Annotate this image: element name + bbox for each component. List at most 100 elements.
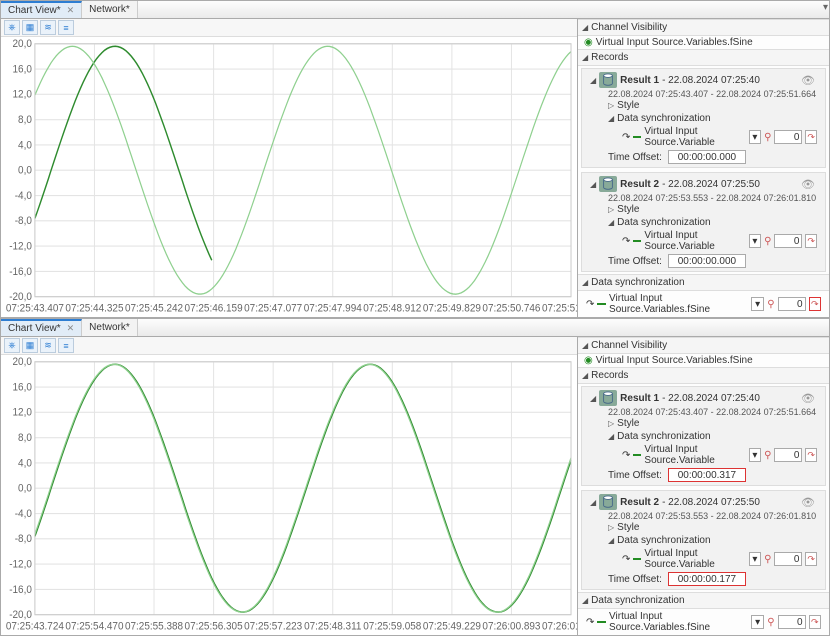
time-offset-row: Time Offset: [584,149,823,165]
datasync-row[interactable]: ◢Data synchronization [584,216,823,229]
datasync-header[interactable]: ◢Data synchronization [578,592,829,609]
expand-icon[interactable]: ▷ [608,205,614,214]
sync-apply-button[interactable]: ↷ [809,615,821,629]
result-header[interactable]: ◢Result 2 - 22.08.2024 07:25:50👁 [584,493,823,511]
collapse-icon[interactable]: ◢ [608,114,614,123]
tab-network[interactable]: Network* [82,319,138,336]
tool-refresh[interactable]: ⎈ [4,338,20,353]
collapse-icon[interactable]: ◢ [590,498,596,507]
collapse-icon[interactable]: ◢ [608,218,614,227]
lock-icon[interactable]: ⚲ [764,450,771,461]
time-offset-input[interactable] [668,572,746,586]
time-offset-input[interactable] [668,150,746,164]
time-offset-input[interactable] [668,254,746,268]
pin-icon[interactable]: ▾ [823,2,828,13]
tab-chartview[interactable]: Chart View*✕ [1,1,82,18]
sync-apply-button[interactable]: ↷ [809,297,821,311]
svg-text:20,0: 20,0 [13,38,32,51]
collapse-icon[interactable]: ◢ [582,596,588,605]
sync-apply-button[interactable]: ↷ [805,130,817,144]
svg-text:07:25:43.724: 07:25:43.724 [6,620,64,633]
dropdown-icon[interactable]: ▾ [751,615,764,629]
style-row[interactable]: ▷Style [584,203,823,216]
collapse-icon[interactable]: ◢ [590,76,596,85]
series-color-icon [633,558,641,560]
sync-apply-button[interactable]: ↷ [805,552,817,566]
chart-toolbar: ⎈ ▦ ≋ ≡ [1,337,577,355]
close-icon[interactable]: ✕ [64,323,75,334]
datasync-label: Data synchronization [617,113,710,124]
collapse-icon[interactable]: ◢ [582,341,588,350]
close-icon[interactable]: ✕ [64,5,75,16]
header-label: Channel Visibility [591,22,667,33]
tool-grid[interactable]: ▦ [22,338,38,353]
header-label: Records [591,370,628,381]
svg-text:07:25:46.159: 07:25:46.159 [185,302,243,315]
sync-value-input[interactable] [774,234,802,248]
svg-text:20,0: 20,0 [13,356,32,369]
records-header[interactable]: ◢Records [578,367,829,384]
result-header[interactable]: ◢Result 1 - 22.08.2024 07:25:40👁 [584,71,823,89]
tab-chartview[interactable]: Chart View*✕ [1,319,82,336]
tool-zoom[interactable]: ≋ [40,338,56,353]
collapse-icon[interactable]: ◢ [608,432,614,441]
expand-icon[interactable]: ▷ [608,523,614,532]
eye-icon[interactable]: 👁 [801,392,817,405]
tab-network[interactable]: Network* [82,1,138,18]
sync-apply-button[interactable]: ↷ [805,234,817,248]
channel-visibility-header[interactable]: ◢Channel Visibility [578,337,829,354]
expand-icon[interactable]: ▷ [608,419,614,428]
style-row[interactable]: ▷Style [584,521,823,534]
datasync-row[interactable]: ◢Data synchronization [584,112,823,125]
result-header[interactable]: ◢Result 2 - 22.08.2024 07:25:50👁 [584,175,823,193]
result-header[interactable]: ◢Result 1 - 22.08.2024 07:25:40👁 [584,389,823,407]
expand-icon[interactable]: ▷ [608,101,614,110]
datasync-row[interactable]: ◢Data synchronization [584,534,823,547]
time-offset-input[interactable] [668,468,746,482]
channel-row[interactable]: ◉Virtual Input Source.Variables.fSine [578,36,829,49]
tool-grid[interactable]: ▦ [22,20,38,35]
eye-icon[interactable]: 👁 [801,74,817,87]
sync-value-input[interactable] [778,615,806,629]
datasync-header[interactable]: ◢Data synchronization [578,274,829,291]
collapse-icon[interactable]: ◢ [608,536,614,545]
dropdown-icon[interactable]: ▾ [749,130,761,144]
tool-zoom[interactable]: ≋ [40,20,56,35]
sync-value-input[interactable] [774,448,802,462]
collapse-icon[interactable]: ◢ [582,53,588,62]
eye-icon[interactable]: 👁 [801,178,817,191]
lock-icon[interactable]: ⚲ [764,236,771,247]
collapse-icon[interactable]: ◢ [590,180,596,189]
dropdown-icon[interactable]: ▾ [749,234,761,248]
dropdown-icon[interactable]: ▾ [749,448,761,462]
style-row[interactable]: ▷Style [584,99,823,112]
collapse-icon[interactable]: ◢ [582,371,588,380]
collapse-icon[interactable]: ◢ [582,23,588,32]
style-row[interactable]: ▷Style [584,417,823,430]
collapse-icon[interactable]: ◢ [590,394,596,403]
svg-text:-8,0: -8,0 [15,533,32,546]
lock-icon[interactable]: ⚲ [767,617,774,628]
dropdown-icon[interactable]: ▾ [751,297,764,311]
tab-label: Network* [89,322,130,333]
collapse-icon[interactable]: ◢ [582,278,588,287]
sync-value-input[interactable] [778,297,806,311]
tool-refresh[interactable]: ⎈ [4,20,20,35]
tool-list[interactable]: ≡ [58,338,74,353]
channel-visibility-header[interactable]: ◢Channel Visibility [578,19,829,36]
eye-icon[interactable]: 👁 [801,496,817,509]
sync-value-input[interactable] [774,552,802,566]
chart-top[interactable]: 20,016,012,08,04,00,0-4,0-8,0-12,0-16,0-… [1,37,577,317]
svg-text:8,0: 8,0 [18,113,32,126]
datasync-row[interactable]: ◢Data synchronization [584,430,823,443]
records-header[interactable]: ◢Records [578,49,829,66]
tool-list[interactable]: ≡ [58,20,74,35]
lock-icon[interactable]: ⚲ [764,554,771,565]
sync-apply-button[interactable]: ↷ [805,448,817,462]
chart-bottom[interactable]: 20,016,012,08,04,00,0-4,0-8,0-12,0-16,0-… [1,355,577,635]
dropdown-icon[interactable]: ▾ [749,552,761,566]
lock-icon[interactable]: ⚲ [767,299,774,310]
sync-value-input[interactable] [774,130,802,144]
channel-row[interactable]: ◉Virtual Input Source.Variables.fSine [578,354,829,367]
lock-icon[interactable]: ⚲ [764,132,771,143]
